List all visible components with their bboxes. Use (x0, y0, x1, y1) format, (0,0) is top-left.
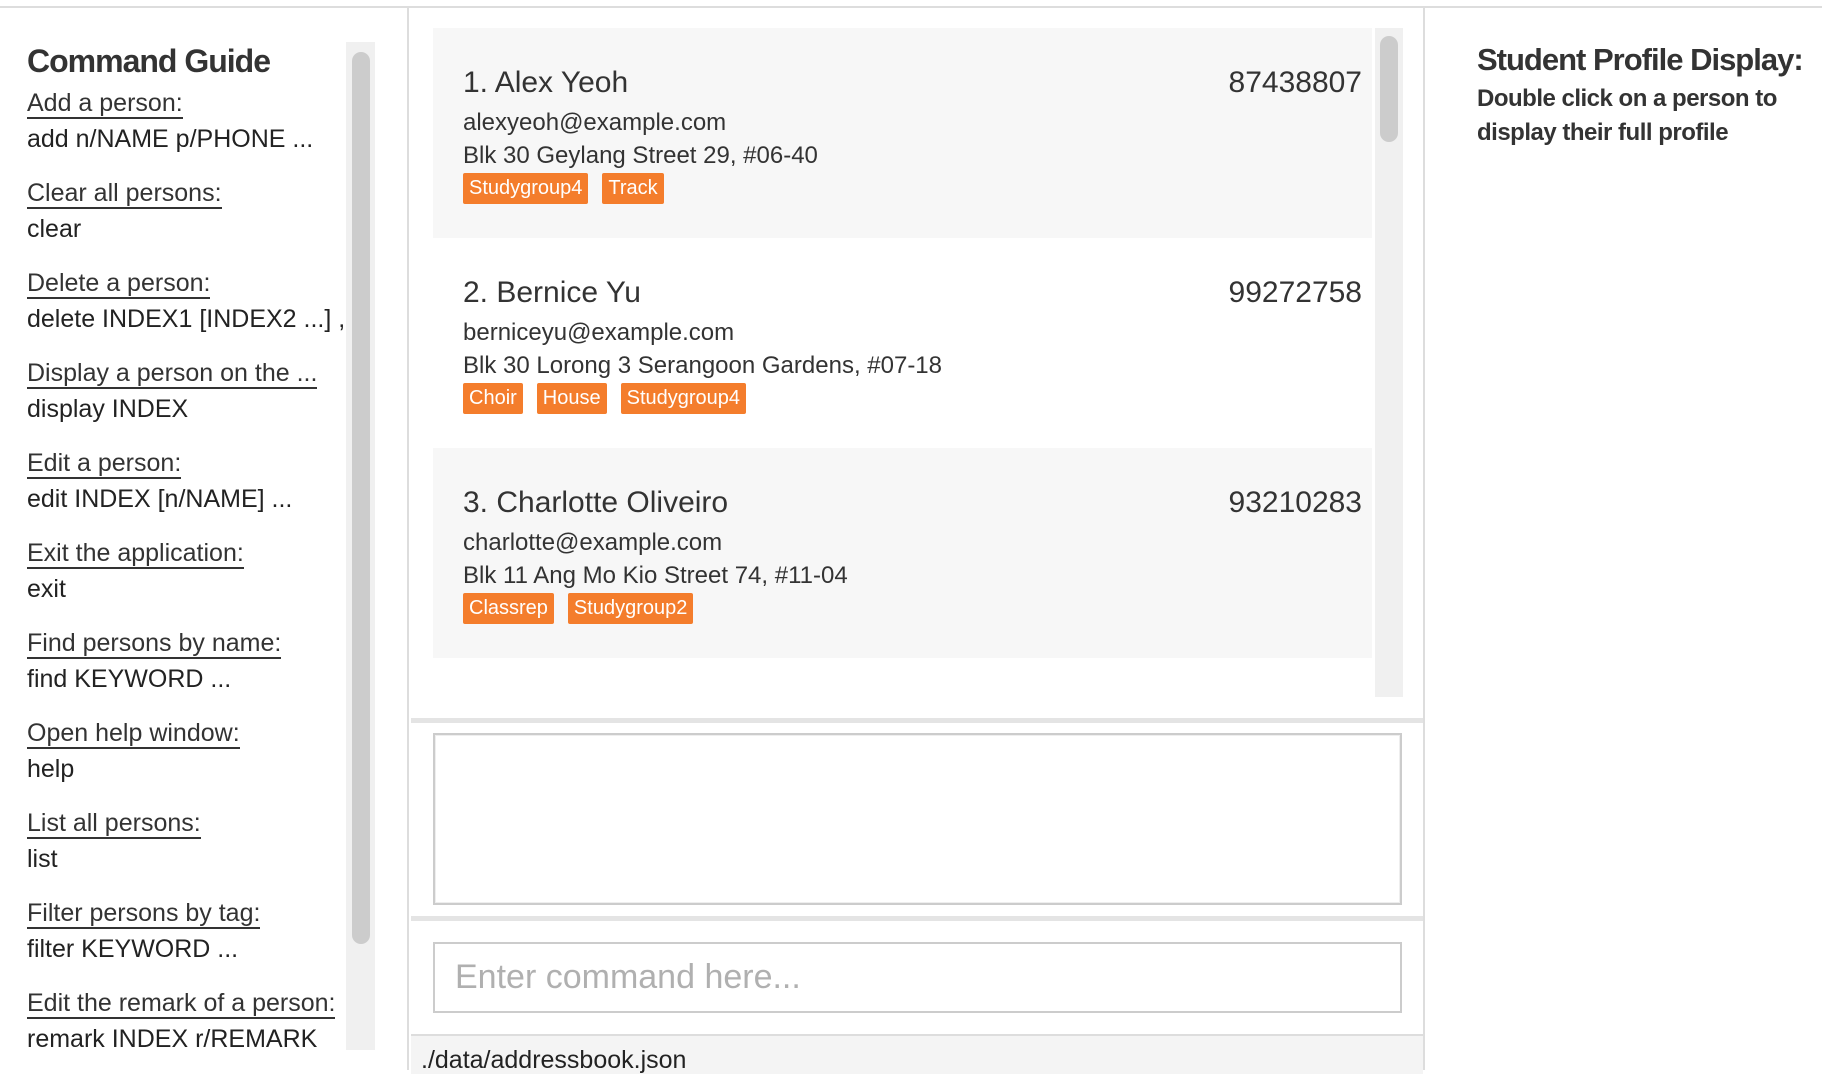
guide-item-title[interactable]: Exit the application: (27, 539, 244, 569)
profile-title: Student Profile Display: (1477, 42, 1804, 77)
command-guide-scrollbar[interactable] (346, 42, 375, 1050)
person-card[interactable]: 2. Bernice Yu 99272758 berniceyu@example… (433, 238, 1372, 448)
person-name: 2. Bernice Yu (463, 276, 641, 309)
tag-badge: Classrep (463, 593, 554, 624)
person-list-panel: 1. Alex Yeoh 87438807 alexyeoh@example.c… (411, 8, 1425, 1074)
tag-badge: Studygroup4 (620, 383, 747, 414)
scrollbar-thumb[interactable] (352, 52, 370, 944)
profile-hint: Double click on a person to display thei… (1477, 85, 1777, 146)
guide-item: Find persons by name: find KEYWORD ... (27, 629, 347, 694)
guide-item-command: help (27, 755, 75, 783)
person-phone: 93210283 (1228, 486, 1362, 519)
person-name: 3. Charlotte Oliveiro (463, 486, 729, 519)
guide-item-command: display INDEX (27, 395, 189, 423)
guide-item: Clear all persons: clear (27, 179, 347, 244)
person-tags: Studygroup4 Track (463, 173, 664, 204)
person-tags: Choir House Studygroup4 (463, 383, 747, 414)
result-display (433, 733, 1402, 905)
command-guide-panel: Command Guide Add a person: add n/NAME p/… (0, 8, 409, 1070)
person-tags: Classrep Studygroup2 (463, 593, 694, 624)
person-phone: 87438807 (1228, 66, 1362, 99)
divider (411, 718, 1423, 723)
guide-item-title[interactable]: Open help window: (27, 719, 240, 749)
guide-item: Open help window: help (27, 719, 347, 784)
guide-item-title[interactable]: Display a person on the ... (27, 359, 318, 389)
guide-item-title[interactable]: List all persons: (27, 809, 201, 839)
guide-item-command: clear (27, 215, 82, 243)
tag-badge: Studygroup4 (463, 173, 589, 204)
guide-item-title[interactable]: Delete a person: (27, 269, 211, 299)
guide-item-command: find KEYWORD ... (27, 665, 232, 693)
guide-item: Add a person: add n/NAME p/PHONE ... (27, 89, 347, 154)
tag-badge: Choir (463, 383, 523, 414)
command-input[interactable] (433, 942, 1402, 1013)
guide-item: List all persons: list (27, 809, 347, 874)
command-guide-title: Command Guide (27, 43, 271, 79)
tag-badge: Track (602, 173, 664, 204)
guide-item-title[interactable]: Edit the remark of a person: (27, 989, 336, 1019)
person-phone: 99272758 (1228, 276, 1362, 309)
person-address: Blk 30 Lorong 3 Serangoon Gardens, #07-1… (463, 352, 943, 379)
window-top-border (0, 0, 1822, 8)
person-address: Blk 30 Geylang Street 29, #06-40 (463, 142, 818, 169)
guide-item-title[interactable]: Clear all persons: (27, 179, 222, 209)
guide-item-command: add n/NAME p/PHONE ... (27, 125, 314, 153)
guide-item-title[interactable]: Filter persons by tag: (27, 899, 261, 929)
guide-item: Edit the remark of a person: remark INDEX… (27, 989, 347, 1054)
guide-item-command: filter KEYWORD ... (27, 935, 239, 963)
person-list-scrollbar[interactable] (1375, 28, 1403, 697)
divider (411, 916, 1423, 921)
status-bar-file-path: ./data/addressbook.json (411, 1034, 1423, 1074)
guide-item: Exit the application: exit (27, 539, 347, 604)
person-name: 1. Alex Yeoh (463, 66, 629, 99)
guide-item: Display a person on the ... display INDEX (27, 359, 347, 424)
person-card[interactable]: 3. Charlotte Oliveiro 93210283 charlotte… (433, 448, 1372, 658)
person-email: charlotte@example.com (463, 529, 723, 556)
guide-item: Edit a person: edit INDEX [n/NAME] ... (27, 449, 347, 514)
guide-item-command: list (27, 845, 58, 873)
person-address: Blk 11 Ang Mo Kio Street 74, #11-04 (463, 562, 848, 589)
guide-item-title[interactable]: Add a person: (27, 89, 183, 119)
tag-badge: Studygroup2 (567, 593, 694, 624)
guide-item-title[interactable]: Find persons by name: (27, 629, 282, 659)
guide-item-command: exit (27, 575, 66, 603)
guide-item-command: delete INDEX1 [INDEX2 ...] , (27, 305, 346, 333)
guide-item-command: remark INDEX r/REMARK (27, 1025, 318, 1053)
person-email: alexyeoh@example.com (463, 109, 727, 136)
person-card[interactable]: 1. Alex Yeoh 87438807 alexyeoh@example.c… (433, 28, 1372, 238)
scrollbar-thumb[interactable] (1380, 36, 1398, 142)
tag-badge: House (536, 383, 607, 414)
guide-item-command: edit INDEX [n/NAME] ... (27, 485, 293, 513)
guide-item: Filter persons by tag: filter KEYWORD ... (27, 899, 347, 964)
person-email: berniceyu@example.com (463, 319, 735, 346)
guide-item: Delete a person: delete INDEX1 [INDEX2 ..… (27, 269, 347, 334)
guide-item-title[interactable]: Edit a person: (27, 449, 182, 479)
student-profile-panel: Student Profile Display: Double click on… (1427, 8, 1822, 1070)
